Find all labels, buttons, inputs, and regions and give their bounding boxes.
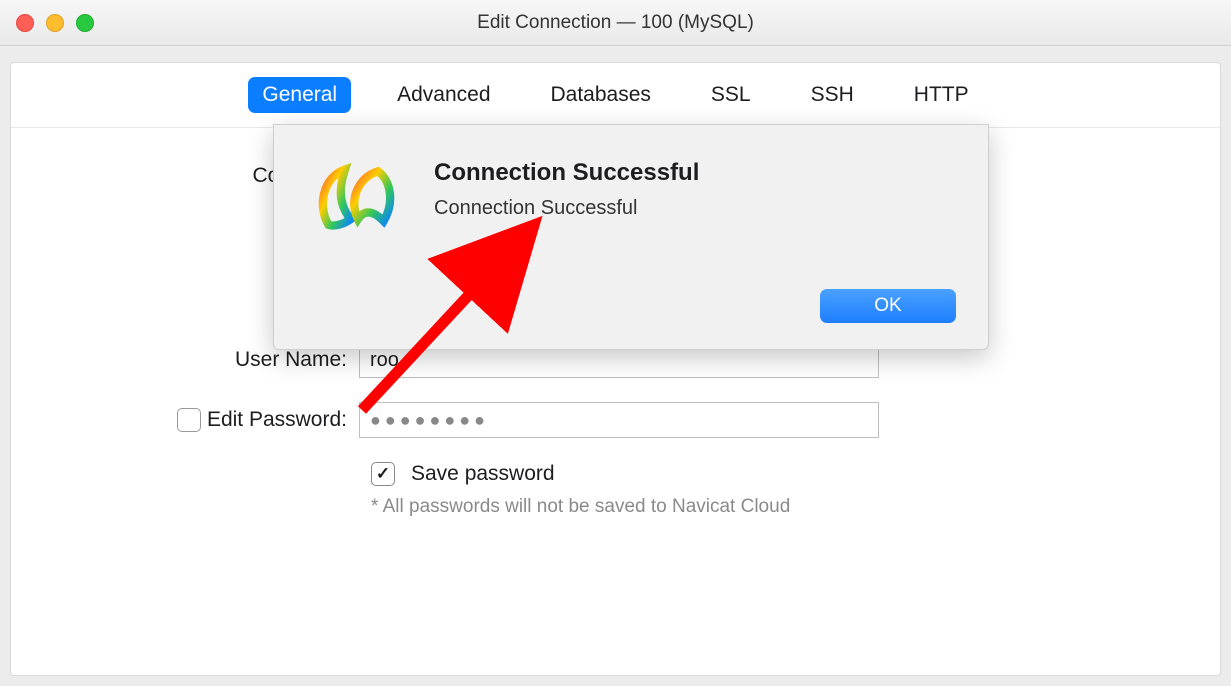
tab-general[interactable]: General (248, 77, 351, 113)
navicat-logo-icon (310, 153, 402, 245)
edit-password-label: Edit Password: (207, 408, 347, 432)
window-controls (0, 14, 94, 32)
tab-databases[interactable]: Databases (537, 77, 665, 113)
window-title: Edit Connection — 100 (MySQL) (0, 12, 1231, 34)
user-name-label: User Name: (11, 348, 359, 372)
minimize-window-icon[interactable] (46, 14, 64, 32)
save-password-row: Save password (371, 462, 1220, 486)
dialog-message: Connection Successful (434, 197, 699, 220)
ok-button[interactable]: OK (820, 289, 956, 323)
close-window-icon[interactable] (16, 14, 34, 32)
save-password-label: Save password (411, 462, 555, 486)
edit-password-checkbox[interactable] (177, 408, 201, 432)
connection-result-dialog: Connection Successful Connection Success… (273, 124, 989, 350)
password-hint: * All passwords will not be saved to Nav… (371, 496, 1220, 518)
zoom-window-icon[interactable] (76, 14, 94, 32)
tab-ssh[interactable]: SSH (797, 77, 868, 113)
tab-bar: General Advanced Databases SSL SSH HTTP (11, 63, 1220, 128)
password-mask: ●●●●●●●● (370, 410, 489, 431)
tab-http[interactable]: HTTP (900, 77, 983, 113)
edit-password-row: Edit Password: ●●●●●●●● (11, 402, 1220, 438)
titlebar: Edit Connection — 100 (MySQL) (0, 0, 1231, 46)
tab-advanced[interactable]: Advanced (383, 77, 504, 113)
tab-ssl[interactable]: SSL (697, 77, 765, 113)
save-password-checkbox[interactable] (371, 462, 395, 486)
password-input[interactable]: ●●●●●●●● (359, 402, 879, 438)
dialog-title: Connection Successful (434, 159, 699, 187)
